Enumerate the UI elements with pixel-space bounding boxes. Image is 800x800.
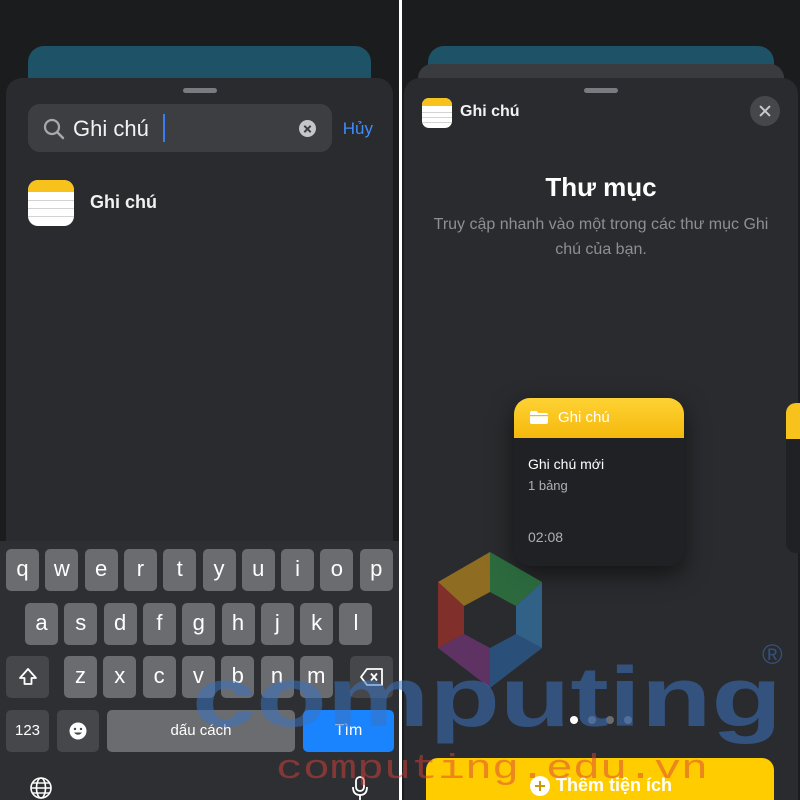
key-k[interactable]: k [300, 603, 334, 645]
sheet-grabber[interactable] [584, 88, 618, 93]
globe-icon[interactable] [28, 775, 54, 800]
key-c[interactable]: c [142, 656, 176, 698]
key-p[interactable]: p [359, 549, 393, 591]
close-icon[interactable] [750, 96, 780, 126]
key-a[interactable]: a [25, 603, 58, 645]
text-caret [163, 114, 165, 142]
plus-icon [530, 776, 550, 796]
backspace-key[interactable] [350, 656, 393, 698]
widget-folder-name: Ghi chú [558, 409, 610, 426]
key-o[interactable]: o [320, 549, 354, 591]
search-widgets-panel: Ghi chú Hủy Ghi chú qwertyuiop asdfghjkl… [0, 0, 399, 800]
page-dot[interactable] [570, 716, 578, 724]
widget-note-title: Ghi chú mới [528, 456, 605, 472]
key-y[interactable]: y [202, 549, 236, 591]
widget-note-subtitle: 1 bảng [528, 478, 568, 493]
key-t[interactable]: t [163, 549, 197, 591]
key-g[interactable]: g [182, 603, 216, 645]
search-input[interactable]: Ghi chú [73, 116, 149, 142]
shift-icon [18, 668, 37, 685]
widget-title: Thư mục [545, 172, 657, 202]
emoji-key[interactable] [57, 710, 99, 752]
key-q[interactable]: q [6, 549, 39, 591]
key-r[interactable]: r [123, 549, 157, 591]
widget-detail-sheet: Ghi chú Thư mục Truy cập nhanh vào một t… [404, 78, 800, 800]
key-z[interactable]: z [64, 656, 97, 698]
key-u[interactable]: u [241, 549, 275, 591]
numbers-key[interactable]: 123 [6, 710, 49, 752]
emoji-icon [69, 722, 87, 740]
notes-app-icon [28, 180, 74, 226]
cancel-button[interactable]: Hủy [343, 119, 373, 139]
key-i[interactable]: i [281, 549, 315, 591]
widget-preview-header: Ghi chú [514, 398, 684, 438]
page-dot[interactable] [606, 716, 614, 724]
backspace-icon [359, 668, 383, 686]
search-icon [43, 118, 65, 140]
key-b[interactable]: b [221, 656, 255, 698]
key-w[interactable]: w [45, 549, 79, 591]
page-dot[interactable] [588, 716, 596, 724]
key-d[interactable]: d [103, 603, 137, 645]
keyboard: qwertyuiop asdfghjkl zxcvbnm 123 dấu các… [0, 541, 399, 800]
key-s[interactable]: s [64, 603, 98, 645]
page-dot[interactable] [624, 716, 632, 724]
key-e[interactable]: e [84, 549, 118, 591]
key-j[interactable]: j [260, 603, 294, 645]
widget-note-time: 02:08 [528, 529, 564, 545]
widget-gallery-panel: Ghi chú Thư mục Truy cập nhanh vào một t… [402, 0, 800, 800]
widget-description: Truy cập nhanh vào một trong các thư mục… [433, 216, 769, 258]
key-h[interactable]: h [221, 603, 255, 645]
notes-app-icon [422, 98, 452, 128]
key-f[interactable]: f [142, 603, 176, 645]
search-result-label: Ghi chú [90, 192, 157, 212]
space-key[interactable]: dấu cách [107, 710, 295, 752]
add-widget-button[interactable]: Thêm tiện ích [426, 758, 774, 800]
search-result-item[interactable]: Ghi chú [28, 180, 328, 226]
screenshot-root: Ghi chú Hủy Ghi chú qwertyuiop asdfghjkl… [0, 0, 800, 800]
key-l[interactable]: l [339, 603, 373, 645]
next-widget-preview[interactable] [786, 403, 800, 553]
folder-icon [530, 411, 548, 424]
key-m[interactable]: m [299, 656, 333, 698]
key-x[interactable]: x [103, 656, 137, 698]
app-name: Ghi chú [460, 103, 520, 120]
key-n[interactable]: n [260, 656, 294, 698]
widget-preview[interactable]: Ghi chú Ghi chú mới 1 bảng 02:08 [514, 398, 684, 566]
search-field[interactable]: Ghi chú [28, 104, 332, 152]
mic-icon[interactable] [350, 775, 370, 800]
add-widget-label: Thêm tiện ích [556, 775, 673, 795]
sheet-grabber[interactable] [182, 88, 217, 93]
key-v[interactable]: v [181, 656, 215, 698]
shift-key[interactable] [6, 656, 49, 698]
page-indicator[interactable] [404, 711, 798, 724]
search-action-key[interactable]: Tìm [303, 710, 394, 752]
clear-icon[interactable] [299, 120, 316, 137]
